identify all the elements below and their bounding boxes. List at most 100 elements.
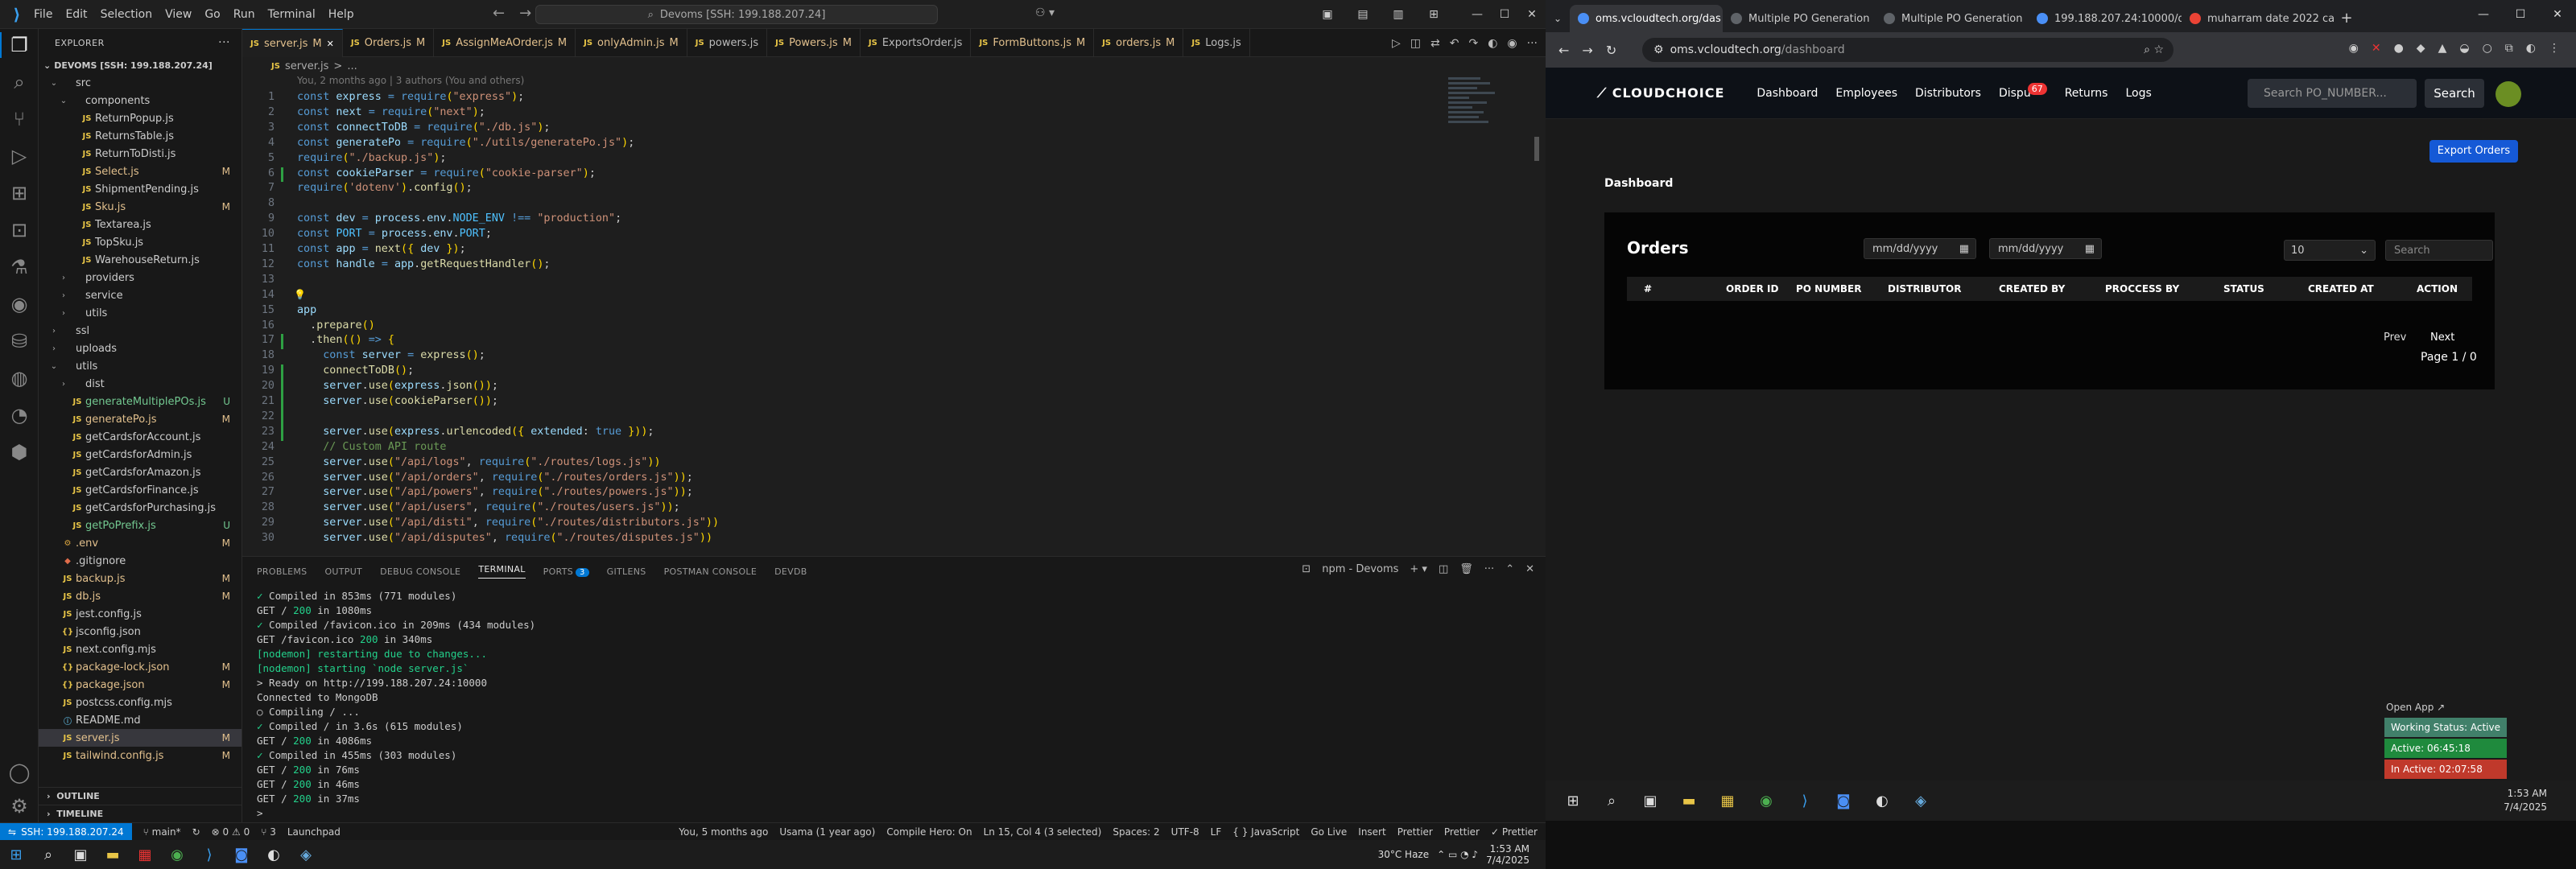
postman-icon[interactable]: ◍ — [6, 365, 32, 391]
code-line[interactable]: server.use("/api/disti", require("./rout… — [297, 517, 719, 529]
menu-item-selection[interactable]: Selection — [101, 8, 153, 21]
next-page-button[interactable]: Next — [2430, 332, 2454, 344]
terminal-output[interactable]: ✓ Compiled in 853ms (771 modules) GET / 2… — [257, 589, 1529, 821]
open-changes-icon[interactable]: ◐ — [1488, 37, 1497, 50]
gitlens-icon[interactable]: ◉ — [6, 291, 32, 317]
browser-minimize-button[interactable]: — — [2465, 0, 2502, 29]
extensions-icon[interactable]: ⊞ — [6, 180, 32, 206]
tree-item[interactable]: › uploads — [39, 340, 242, 357]
extension-icon-6[interactable]: ◒ — [2459, 42, 2469, 55]
panel-tab-problems[interactable]: PROBLEMS — [257, 566, 307, 577]
tree-item[interactable]: JS getCardsforFinance.js — [39, 481, 242, 499]
menu-item-edit[interactable]: Edit — [65, 8, 87, 21]
code-line[interactable]: server.use("/api/orders", require("./rou… — [297, 472, 693, 484]
tree-item[interactable]: JS ShipmentPending.js — [39, 180, 242, 198]
extension-icon-5[interactable]: ▲ — [2438, 42, 2447, 55]
chrome-taskbar-icon[interactable]: ◉ — [161, 840, 193, 869]
calendar-app-icon[interactable]: ▦ — [129, 840, 161, 869]
code-line[interactable]: server.use("/api/powers", require("./rou… — [297, 486, 693, 498]
weather-widget[interactable]: 30°C Haze — [1378, 849, 1430, 860]
tree-item[interactable]: › service — [39, 286, 242, 304]
code-editor[interactable]: You, 2 months ago | 3 authors (You and o… — [242, 75, 1450, 556]
tree-item[interactable]: ◆ .gitignore — [39, 552, 242, 570]
prettier-indicator-3[interactable]: ✓ Prettier — [1491, 826, 1538, 838]
minimap[interactable] — [1445, 75, 1501, 155]
tree-item[interactable]: ⌄ components — [39, 92, 242, 109]
chrome-menu-icon[interactable]: ⋮ — [2549, 42, 2560, 55]
remote-store-icon[interactable]: ▦ — [1708, 786, 1747, 815]
timeline-section[interactable]: › TIMELINE — [39, 805, 242, 822]
tree-item[interactable]: JS WarehouseReturn.js — [39, 251, 242, 269]
nav-returns[interactable]: Returns — [2065, 87, 2108, 100]
profile-icon[interactable]: ◐ — [2526, 42, 2536, 55]
clock[interactable]: 1:53 AM 7/4/2025 — [1486, 843, 1530, 866]
project-root[interactable]: ⌄ DEVOMS [SSH: 199.188.207.24] — [39, 56, 242, 74]
new-tab-icon[interactable]: + — [2334, 5, 2359, 32]
close-button[interactable]: ✕ — [1518, 8, 1546, 21]
file-explorer-icon[interactable]: ▬ — [97, 840, 129, 869]
author-indicator[interactable]: Usama (1 year ago) — [779, 826, 875, 838]
remote-chrome-icon[interactable]: ◉ — [1747, 786, 1785, 815]
remote-vscode-icon[interactable]: ⟩ — [1785, 786, 1824, 815]
outline-section[interactable]: › OUTLINE — [39, 787, 242, 805]
tree-item[interactable]: {} package-lock.json M — [39, 658, 242, 676]
tray-icons[interactable]: ⌃ ▭ ◔ ♪ — [1437, 849, 1478, 860]
cursor-position[interactable]: Ln 15, Col 4 (3 selected) — [984, 826, 1102, 838]
prev-page-button[interactable]: Prev — [2384, 332, 2406, 344]
code-line[interactable]: require("./backup.js"); — [297, 152, 446, 164]
browser-close-button[interactable]: ✕ — [2539, 0, 2576, 29]
account-icon[interactable]: ◯ — [6, 760, 32, 785]
tree-item[interactable]: JS jest.config.js — [39, 605, 242, 623]
toggle-secondary-icon[interactable]: ▥ — [1385, 8, 1412, 21]
nav-disputes[interactable]: Dispu67 — [1999, 82, 2047, 100]
tree-item[interactable]: › utils — [39, 304, 242, 322]
tree-item[interactable]: {} jsconfig.json — [39, 623, 242, 640]
tree-item[interactable]: JS postcss.config.mjs — [39, 694, 242, 711]
tree-item[interactable]: › dist — [39, 375, 242, 393]
launchpad-indicator[interactable]: Launchpad — [287, 826, 341, 838]
extension-icon-4[interactable]: ◆ — [2417, 42, 2425, 55]
panel-tab-debug-console[interactable]: DEBUG CONSOLE — [380, 566, 460, 577]
close-tab-icon[interactable]: ✕ — [327, 39, 334, 49]
tree-item[interactable]: JS generatePo.js M — [39, 410, 242, 428]
task-view-icon[interactable]: ▣ — [64, 840, 97, 869]
browser-reload-icon[interactable]: ↻ — [1606, 43, 1616, 58]
tree-item[interactable]: ⚙ .env M — [39, 534, 242, 552]
tree-item[interactable]: JS getCardsforPurchasing.js — [39, 499, 242, 517]
browser-maximize-button[interactable]: ☐ — [2502, 0, 2539, 29]
code-line[interactable]: server.use("/api/logs", require("./route… — [297, 456, 660, 468]
po-search-input[interactable]: Search PO_NUMBER... — [2248, 79, 2417, 108]
maximize-panel-icon[interactable]: ⌃ — [1505, 563, 1514, 575]
remote-app-icon[interactable]: ◐ — [1863, 786, 1901, 815]
extension-icon-7[interactable]: ○ — [2483, 42, 2492, 55]
remote-rdp-icon[interactable]: ◈ — [1901, 786, 1940, 815]
tree-item[interactable]: JS Select.js M — [39, 163, 242, 180]
browser-forward-icon[interactable]: → — [1582, 43, 1592, 58]
sync-icon[interactable]: ↻ — [192, 826, 200, 838]
customize-layout-icon[interactable]: ⊞ — [1420, 8, 1447, 21]
tree-item[interactable]: JS ReturnPopup.js — [39, 109, 242, 127]
tree-item[interactable]: › ssl — [39, 322, 242, 340]
testing-icon[interactable]: ⚗ — [6, 254, 32, 280]
go-forward-icon[interactable]: ↷ — [1468, 37, 1478, 50]
remote-zoom-icon[interactable]: ◙ — [1824, 786, 1863, 815]
taskbar-search-icon[interactable]: ⌕ — [32, 840, 64, 869]
split-terminal-icon[interactable]: ◫ — [1439, 563, 1448, 575]
timer-icon[interactable]: ◔ — [6, 402, 32, 428]
panel-tab-gitlens[interactable]: GITLENS — [607, 566, 646, 577]
prettier-indicator-1[interactable]: Prettier — [1397, 826, 1433, 838]
new-terminal-icon[interactable]: + ▾ — [1410, 563, 1427, 575]
start-date-input[interactable]: mm/dd/yyyy ▦ — [1864, 238, 1976, 259]
settings-gear-icon[interactable]: ⚙ — [6, 793, 32, 819]
panel-tab-output[interactable]: OUTPUT — [324, 566, 362, 577]
run-icon[interactable]: ▷ — [1392, 37, 1401, 50]
page-size-select[interactable]: 10 ⌄ — [2284, 240, 2376, 261]
remote-search-icon[interactable]: ⌕ — [1592, 786, 1631, 815]
blame-indicator[interactable]: You, 5 months ago — [679, 826, 768, 838]
tree-item[interactable]: JS getCardsforAmazon.js — [39, 463, 242, 481]
tree-item[interactable]: ⓘ README.md — [39, 711, 242, 729]
editor-tab[interactable]: JS AssignMeAOrder.js M — [434, 29, 576, 57]
menu-item-go[interactable]: Go — [204, 8, 220, 21]
remote-taskview-icon[interactable]: ▣ — [1631, 786, 1670, 815]
extension-icon-1[interactable]: ◉ — [2349, 42, 2359, 55]
